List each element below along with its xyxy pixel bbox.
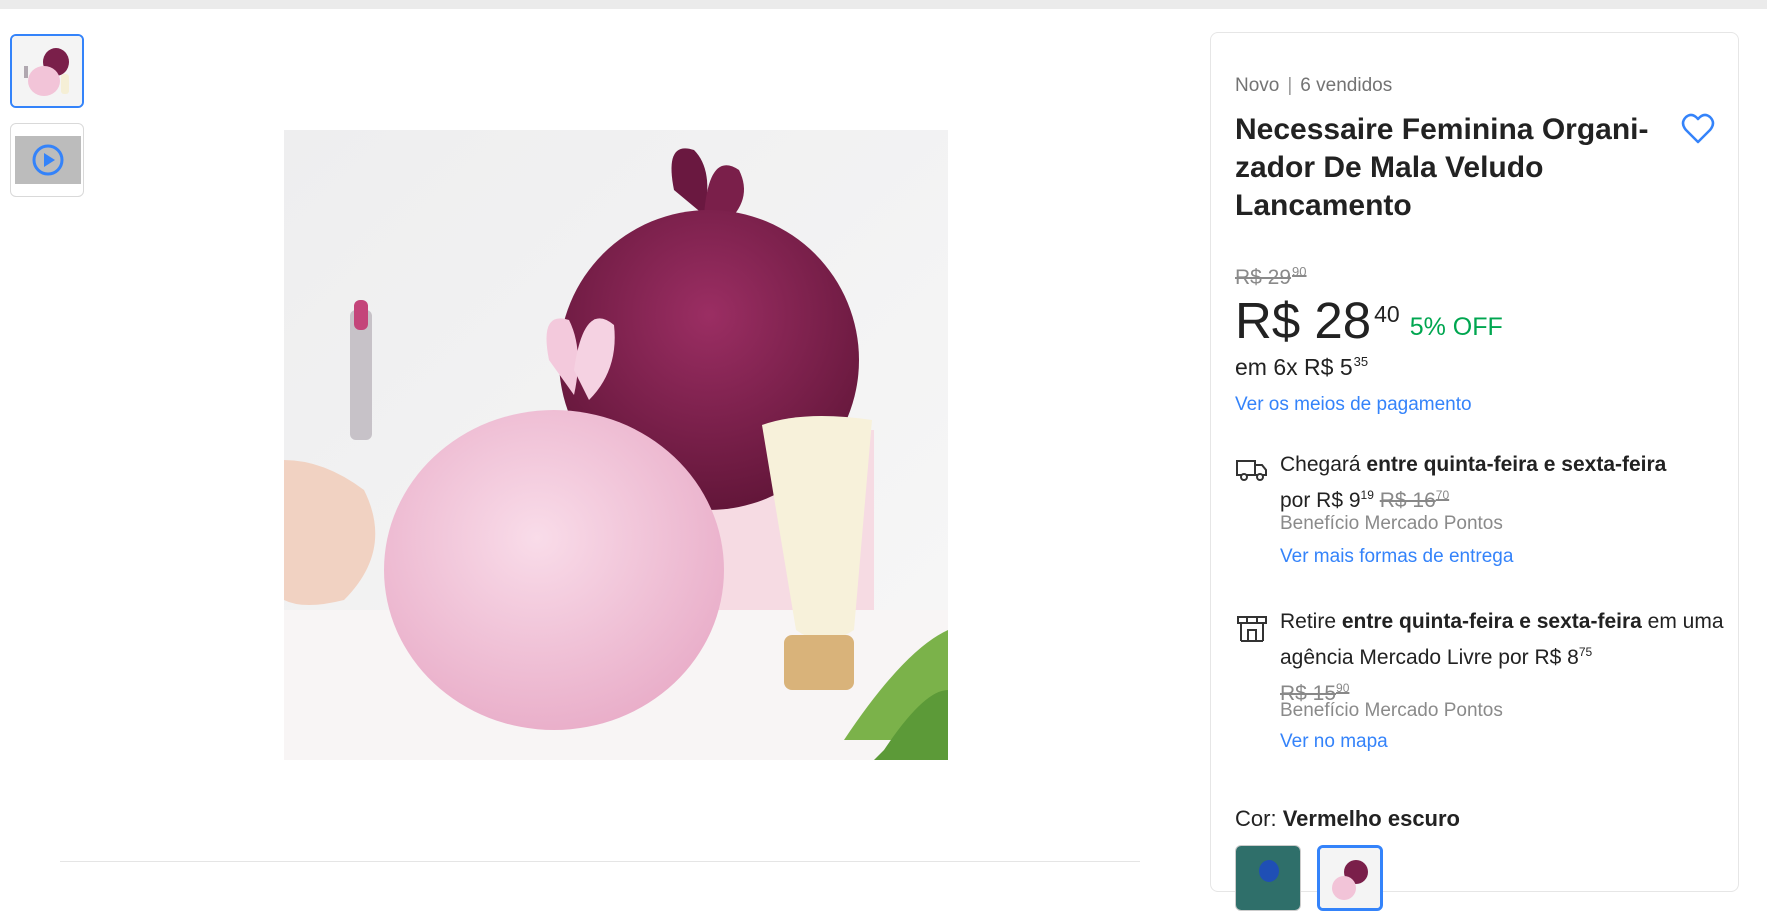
shipping-info: Chegará entre quinta-feira e sexta-feira… xyxy=(1280,449,1725,516)
pickup-price-cents: 75 xyxy=(1578,645,1593,659)
shipping-price: por R$ 9 xyxy=(1280,489,1361,512)
installments-amount: em 6x R$ 5 xyxy=(1235,354,1353,380)
truck-icon xyxy=(1235,453,1269,487)
more-delivery-options-link[interactable]: Ver mais formas de entrega xyxy=(1280,546,1513,568)
shipping-prefix: Chegará xyxy=(1280,453,1361,476)
original-price: R$ 2990 xyxy=(1235,264,1307,290)
gallery-divider xyxy=(60,861,1140,862)
shipping-old-price: R$ 1670 xyxy=(1379,488,1450,512)
thumbnail-photo[interactable] xyxy=(10,34,84,108)
shipping-price-cents: 19 xyxy=(1360,488,1374,502)
sold-count: 6 vendidos xyxy=(1300,75,1393,96)
pickup-benefit: Benefício Mercado Pontos xyxy=(1280,700,1503,721)
original-price-int: R$ 29 xyxy=(1235,266,1292,289)
shipping-old-price-cents: 70 xyxy=(1435,488,1450,502)
price-int: R$ 28 xyxy=(1235,292,1372,349)
pickup-prefix: Retire xyxy=(1280,610,1337,633)
installments: em 6x R$ 535 xyxy=(1235,354,1368,381)
original-price-cents: 90 xyxy=(1292,264,1307,279)
pickup-info: Retire entre quinta-feira e sexta-feira … xyxy=(1280,606,1725,709)
color-label-prefix: Cor: xyxy=(1235,806,1277,831)
pickup-range: entre quinta-feira e sexta-feira xyxy=(1341,610,1642,633)
store-icon xyxy=(1235,611,1269,645)
current-price: R$ 28 40 5% OFF xyxy=(1235,291,1503,351)
main-product-image[interactable] xyxy=(284,130,948,760)
shipping-old-price-int: R$ 16 xyxy=(1379,489,1436,512)
product-title: Necessaire Feminina Organi-zador De Mala… xyxy=(1235,113,1649,222)
color-swatch-selected[interactable] xyxy=(1317,845,1383,911)
product-info-panel: Novo | 6 vendidos Necessaire Feminina Orga… xyxy=(1210,32,1739,911)
shipping-benefit: Benefício Mercado Pontos xyxy=(1280,513,1503,534)
pickup-old-price-cents: 90 xyxy=(1336,681,1350,695)
price-cents: 40 xyxy=(1374,301,1400,327)
color-swatch-option[interactable] xyxy=(1235,845,1301,911)
top-bar xyxy=(0,0,1767,9)
product-subtitle: Novo | 6 vendidos xyxy=(1235,75,1393,96)
color-selector-label: Cor: Vermelho escuro xyxy=(1235,806,1460,832)
condition-label: Novo xyxy=(1235,75,1280,96)
thumbnail-video[interactable] xyxy=(10,123,84,197)
installments-cents: 35 xyxy=(1353,354,1369,369)
color-value: Vermelho escuro xyxy=(1282,806,1460,831)
view-map-link[interactable]: Ver no mapa xyxy=(1280,731,1388,753)
payment-methods-link[interactable]: Ver os meios de pagamento xyxy=(1235,394,1472,416)
discount-badge: 5% OFF xyxy=(1409,313,1503,341)
heart-icon[interactable] xyxy=(1680,111,1716,147)
shipping-range: entre quinta-feira e sexta-feira xyxy=(1366,453,1667,476)
